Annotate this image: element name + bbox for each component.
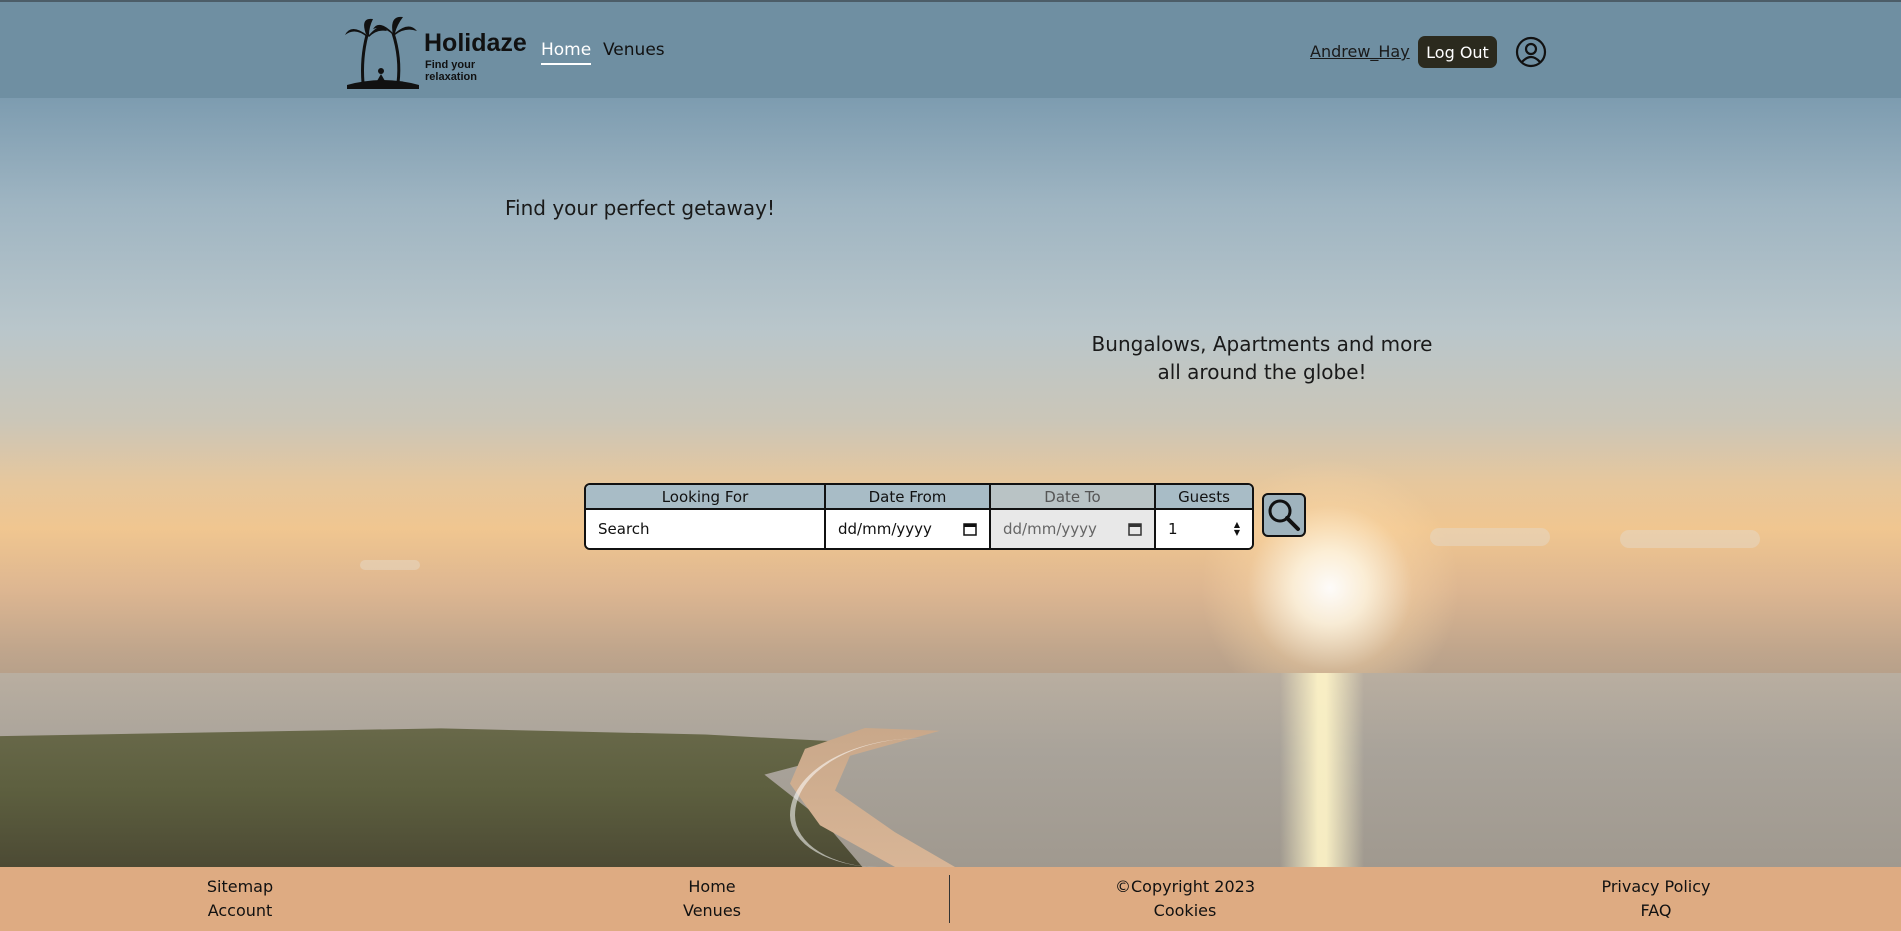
guests-input[interactable]: 1 ▲ ▼ [1156,510,1252,548]
palm-island-logo-icon [345,16,419,89]
date-from-placeholder: dd/mm/yyyy [838,520,932,538]
sun-reflection [1280,673,1364,867]
date-to-input[interactable]: dd/mm/yyyy [991,510,1154,548]
looking-for-field: Looking For Search [586,485,826,548]
magnifier-icon [1268,499,1300,531]
search-input[interactable]: Search [586,510,824,548]
hero-tagline: Find your perfect getaway! [505,196,775,220]
date-to-field: Date To dd/mm/yyyy [991,485,1156,548]
cloud [1430,528,1550,546]
nav-home[interactable]: Home [541,40,592,65]
site-header: Holidaze Find your relaxation Home Venue… [0,0,1901,98]
username-link[interactable]: Andrew_Hay [1310,42,1410,61]
calendar-icon[interactable] [963,522,977,536]
logout-button[interactable]: Log Out [1418,36,1497,68]
logo-tagline: Find your relaxation [425,59,477,83]
footer-privacy-link[interactable]: Privacy Policy [1601,877,1710,896]
site-logo[interactable]: Holidaze Find your relaxation [343,13,528,91]
footer-home-link[interactable]: Home [688,877,735,896]
user-circle-icon[interactable] [1515,36,1547,68]
site-footer: Sitemap Account Home Venues ©Copyright 2… [0,867,1901,931]
calendar-icon[interactable] [1128,522,1142,536]
looking-for-label: Looking For [586,485,824,510]
hero-subtitle: Bungalows, Apartments and more all aroun… [1084,330,1440,386]
footer-faq-link[interactable]: FAQ [1641,901,1672,920]
footer-divider [949,875,950,923]
date-to-label: Date To [991,485,1154,510]
number-stepper-icon[interactable]: ▲ ▼ [1234,521,1240,537]
hero-subtitle-line1: Bungalows, Apartments and more [1091,332,1433,356]
date-from-input[interactable]: dd/mm/yyyy [826,510,989,548]
hero-banner: Find your perfect getaway! Bungalows, Ap… [0,98,1901,867]
cloud [1620,530,1760,548]
footer-sitemap-link[interactable]: Sitemap [207,877,273,896]
footer-venues-link[interactable]: Venues [683,901,741,920]
footer-copyright: ©Copyright 2023 [1115,877,1255,896]
hero-subtitle-line2: all around the globe! [1157,360,1367,384]
date-from-label: Date From [826,485,989,510]
nav-venues[interactable]: Venues [603,40,665,60]
date-from-field: Date From dd/mm/yyyy [826,485,991,548]
cloud [360,560,420,570]
guests-field: Guests 1 ▲ ▼ [1156,485,1252,548]
footer-account-link[interactable]: Account [208,901,273,920]
search-button[interactable] [1262,493,1306,537]
guests-label: Guests [1156,485,1252,510]
search-form: Looking For Search Date From dd/mm/yyyy … [584,483,1254,550]
guests-value: 1 [1168,520,1178,538]
logo-title: Holidaze [424,29,527,57]
footer-cookies-link[interactable]: Cookies [1154,901,1217,920]
date-to-placeholder: dd/mm/yyyy [1003,520,1097,538]
